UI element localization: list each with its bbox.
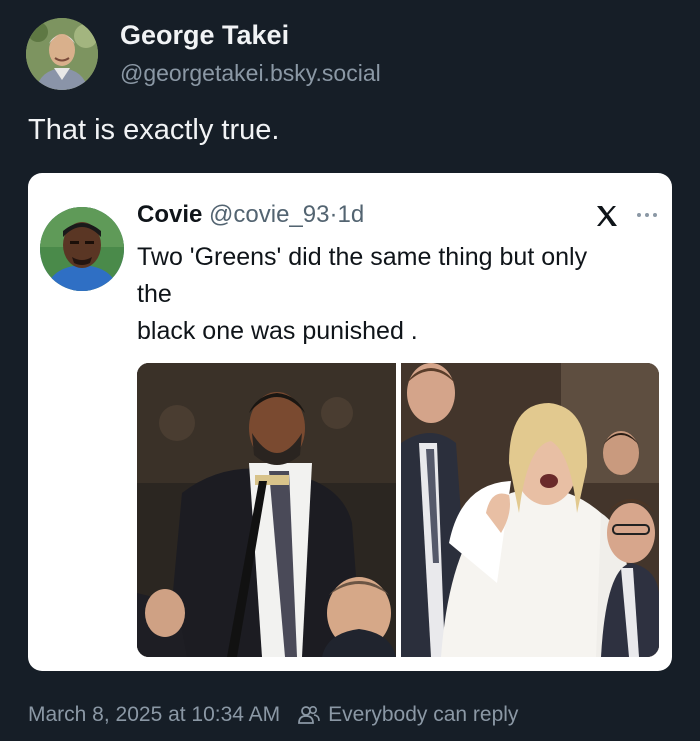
quoted-text-line: black one was punished .	[137, 317, 418, 345]
author-avatar[interactable]	[26, 18, 98, 90]
reply-setting[interactable]: Everybody can reply	[328, 703, 518, 727]
photo-left	[137, 363, 396, 657]
quoted-author-name: Covie	[137, 201, 203, 228]
photo-right	[401, 363, 659, 657]
post-text: That is exactly true.	[28, 114, 280, 146]
post-timestamp[interactable]: March 8, 2025 at 10:34 AM	[28, 703, 280, 727]
quoted-text-line: Two 'Greens' did the same thing but only	[137, 243, 588, 271]
author-name[interactable]: George Takei	[120, 20, 289, 51]
people-icon	[298, 705, 320, 725]
x-logo-icon	[594, 203, 620, 236]
quoted-age: 1d	[337, 201, 365, 228]
quoted-text-line: the	[137, 280, 172, 308]
post-meta: March 8, 2025 at 10:34 AM Everybody can …	[28, 703, 518, 727]
quoted-image-card[interactable]: Covie @covie_93·1d Two 'Greens' did the …	[28, 173, 672, 671]
quoted-header: Covie @covie_93·1d	[137, 201, 364, 229]
author-handle[interactable]: @georgetakei.bsky.social	[120, 60, 381, 87]
more-icon	[636, 203, 658, 224]
quoted-text: Two 'Greens' did the same thing but only…	[137, 239, 657, 350]
quoted-author-handle: @covie_93	[209, 201, 330, 228]
quoted-author-avatar	[40, 207, 124, 291]
